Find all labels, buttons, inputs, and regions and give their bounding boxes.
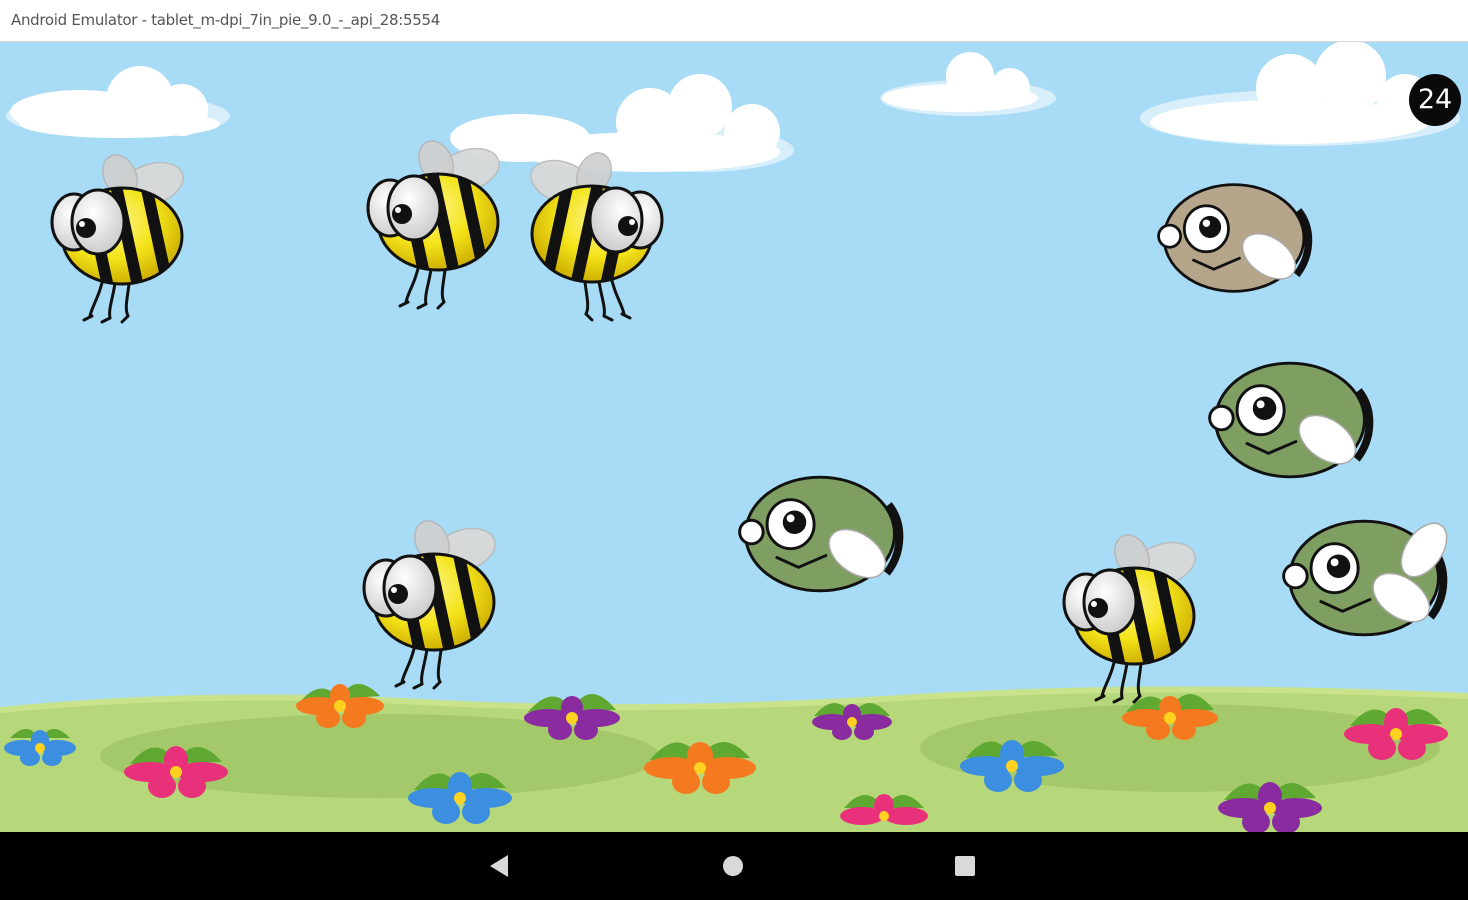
back-button[interactable]: [476, 842, 524, 890]
android-navigation-bar: [0, 832, 1468, 900]
recents-square-icon: [955, 856, 975, 876]
home-circle-icon: [723, 856, 743, 876]
home-button[interactable]: [709, 842, 757, 890]
game-scene[interactable]: 24: [0, 42, 1468, 832]
window-titlebar: Android Emulator - tablet_m-dpi_7in_pie_…: [0, 0, 1468, 42]
game-canvas[interactable]: [0, 42, 1468, 832]
score-badge: 24: [1409, 74, 1461, 126]
window-title: Android Emulator - tablet_m-dpi_7in_pie_…: [11, 11, 440, 29]
recents-button[interactable]: [941, 842, 989, 890]
back-triangle-icon: [490, 855, 508, 877]
